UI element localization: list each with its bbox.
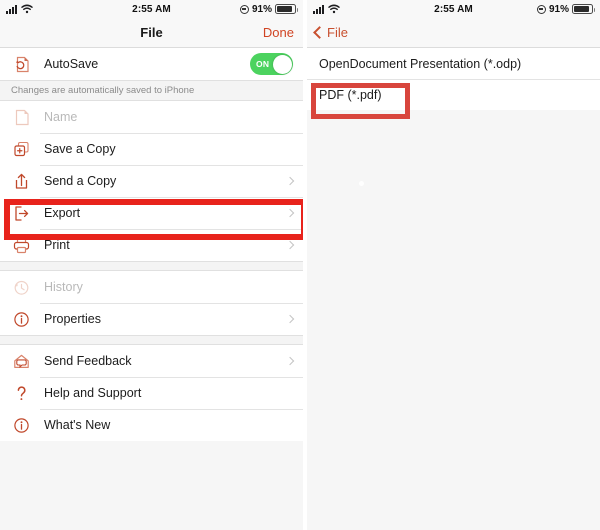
info-circle-icon — [11, 309, 32, 330]
feedback-envelope-icon — [11, 351, 32, 372]
list-item-label: Save a Copy — [44, 142, 116, 156]
history-clock-icon — [11, 277, 32, 298]
autosave-toggle-knob — [272, 54, 292, 74]
chevron-right-icon — [285, 208, 295, 218]
list-item-autosave[interactable]: AutoSave ON — [0, 48, 303, 80]
page-title: File — [140, 25, 163, 40]
chevron-right-icon — [285, 240, 295, 250]
nav-bar-left: File Done — [0, 18, 303, 48]
list-item-properties[interactable]: Properties — [0, 303, 303, 335]
right-phone-screen: 2:55 AM 91% File OpenDocument Presentati… — [307, 0, 600, 530]
back-button[interactable]: File — [307, 25, 348, 40]
chevron-left-icon — [313, 26, 326, 39]
list-item-print[interactable]: Print — [0, 229, 303, 261]
printer-icon — [11, 235, 32, 256]
nav-bar-right: File — [307, 18, 600, 48]
share-upload-icon — [11, 171, 32, 192]
chevron-right-icon — [285, 314, 295, 324]
info-circle-icon — [11, 415, 32, 436]
battery-icon — [275, 4, 298, 14]
loading-dot-icon — [359, 181, 364, 186]
status-bar-clock: 2:55 AM — [434, 3, 473, 15]
export-arrow-icon — [11, 203, 32, 224]
autosave-note: Changes are automatically saved to iPhon… — [0, 80, 303, 101]
location-indicator-icon — [536, 4, 546, 14]
list-item-odp[interactable]: OpenDocument Presentation (*.odp) — [307, 48, 600, 79]
autosave-toggle[interactable]: ON — [250, 53, 293, 75]
list-item-pdf[interactable]: PDF (*.pdf) — [307, 79, 600, 110]
dual-screenshot-container: 2:55 AM 91% File Done AutoSave ON Change… — [0, 0, 600, 530]
list-item-label: Properties — [44, 312, 101, 326]
list-item-label: Name — [44, 110, 78, 124]
list-group-separator — [0, 261, 303, 271]
file-menu-list: AutoSave ON Changes are automatically sa… — [0, 48, 303, 441]
list-item-save-a-copy[interactable]: Save a Copy — [0, 133, 303, 165]
list-item-label: Export — [44, 206, 81, 220]
list-item-help-and-support[interactable]: Help and Support — [0, 377, 303, 409]
list-item-label: AutoSave — [44, 57, 99, 71]
save-copy-plus-icon — [11, 139, 32, 160]
status-bar-clock: 2:55 AM — [132, 3, 171, 15]
list-item-send-feedback[interactable]: Send Feedback — [0, 345, 303, 377]
list-group-separator — [0, 335, 303, 345]
list-item-label: History — [44, 280, 83, 294]
list-item-whats-new[interactable]: What's New — [0, 409, 303, 441]
chevron-right-icon — [285, 356, 295, 366]
export-format-list: OpenDocument Presentation (*.odp) PDF (*… — [307, 48, 600, 110]
list-item-label: Help and Support — [44, 386, 142, 400]
list-item-label: PDF (*.pdf) — [319, 87, 382, 102]
list-item-export[interactable]: Export — [0, 197, 303, 229]
list-item-label: What's New — [44, 418, 111, 432]
document-icon — [11, 107, 32, 128]
list-item-label: Send a Copy — [44, 174, 117, 188]
autosave-toggle-state-label: ON — [256, 59, 270, 69]
status-bar-right: 2:55 AM 91% — [307, 0, 600, 18]
left-phone-screen: 2:55 AM 91% File Done AutoSave ON Change… — [0, 0, 303, 530]
question-mark-icon — [11, 383, 32, 404]
list-item-history: History — [0, 271, 303, 303]
list-item-name: Name — [0, 101, 303, 133]
list-item-send-a-copy[interactable]: Send a Copy — [0, 165, 303, 197]
autosave-document-refresh-icon — [11, 54, 32, 75]
status-bar-left: 2:55 AM 91% — [0, 0, 303, 18]
location-indicator-icon — [239, 4, 249, 14]
list-item-label: OpenDocument Presentation (*.odp) — [319, 56, 522, 71]
list-item-label: Send Feedback — [44, 354, 132, 368]
back-button-label: File — [327, 25, 348, 40]
battery-icon — [572, 4, 595, 14]
done-button[interactable]: Done — [263, 25, 294, 40]
list-item-label: Print — [44, 238, 70, 252]
chevron-right-icon — [285, 176, 295, 186]
